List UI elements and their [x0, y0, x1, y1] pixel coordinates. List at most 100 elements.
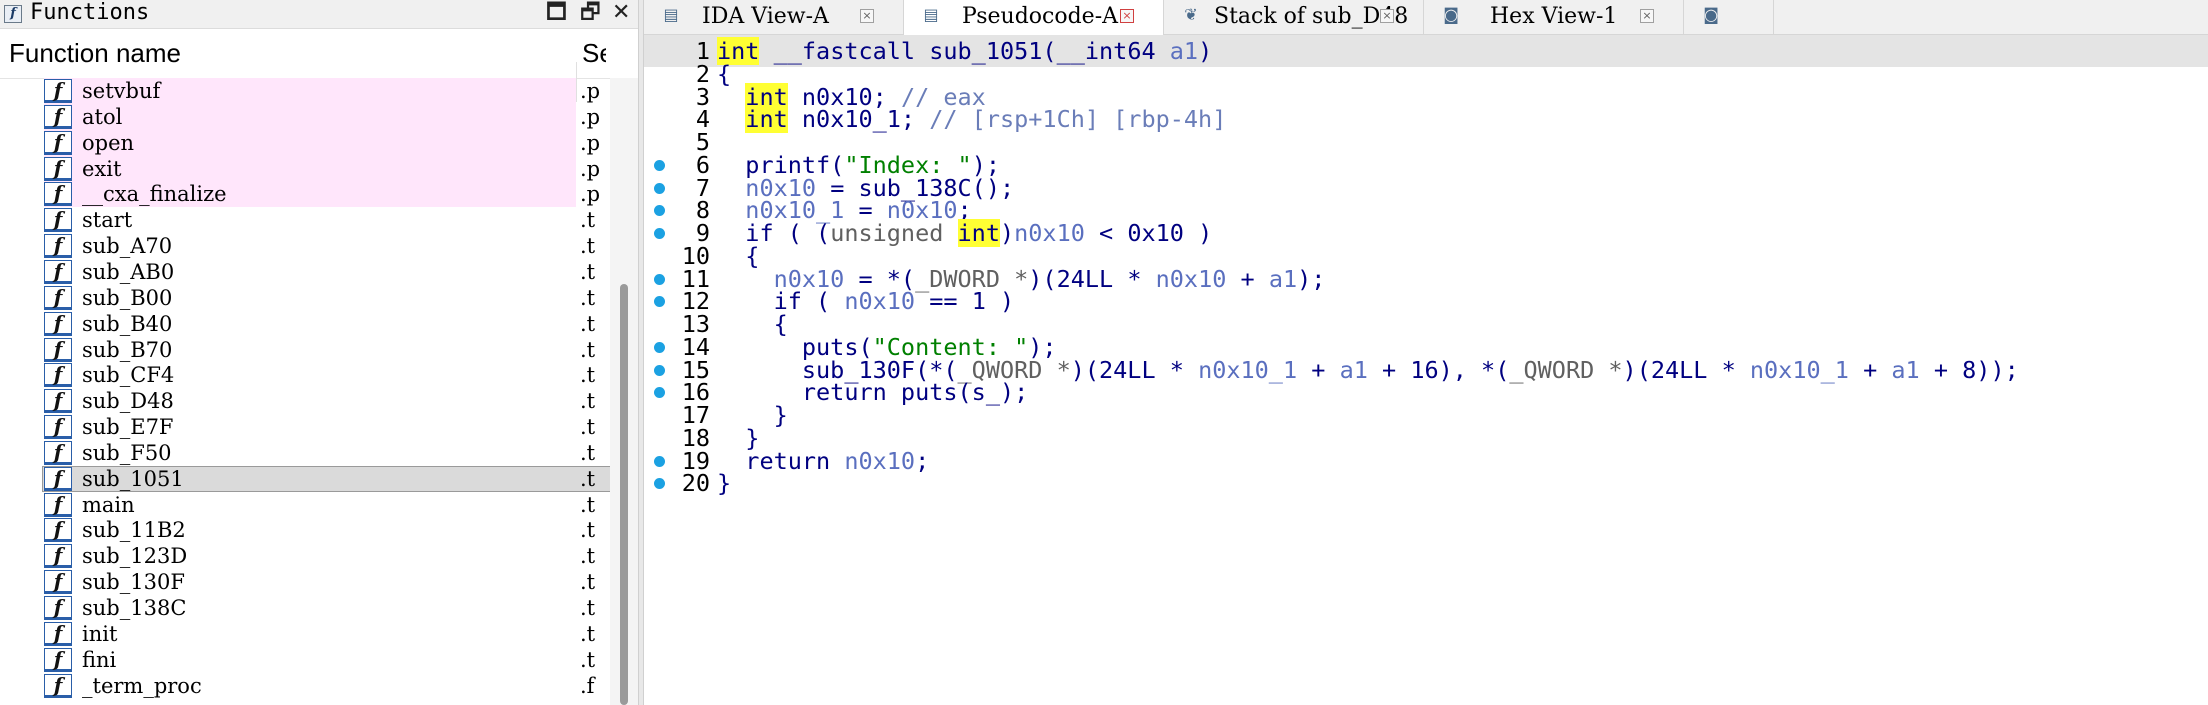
function-segment: .p	[580, 104, 601, 129]
breakpoint-dot-icon[interactable]	[654, 387, 665, 399]
function-segment: .p	[580, 79, 601, 103]
function-row[interactable]: f sub_123D .t	[0, 543, 610, 569]
function-name: open	[82, 130, 135, 155]
breakpoint-dot-icon[interactable]	[654, 478, 665, 490]
function-segment: .p	[580, 130, 601, 155]
maximize-icon[interactable]: 🗖	[546, 1, 567, 25]
function-name: exit	[82, 156, 122, 181]
close-tab-icon[interactable]: ×	[1120, 9, 1134, 23]
function-segment: .t	[580, 570, 596, 595]
pseudocode-view[interactable]: 1 int __fastcall sub_1051(__int64 a1) 2{3 …	[644, 35, 2208, 705]
breakpoint-dot-icon[interactable]	[654, 182, 665, 194]
function-row[interactable]: f sub_F50 .t	[0, 440, 610, 466]
function-segment: .t	[580, 285, 596, 310]
breakpoint-dot-icon[interactable]	[654, 364, 665, 376]
function-row[interactable]: f __cxa_finalize .p	[0, 181, 610, 208]
functions-title: Functions	[30, 0, 150, 25]
stack-icon: ❦	[1184, 5, 1198, 24]
close-tab-icon[interactable]: ×	[1380, 9, 1394, 23]
function-segment: .t	[580, 259, 596, 284]
float-window-icon[interactable]: 🗗	[580, 1, 601, 25]
functions-titlebar[interactable]: f Functions 🗖 🗗 ✕	[0, 0, 638, 29]
function-row[interactable]: f sub_E7F .t	[0, 414, 610, 440]
function-row[interactable]: f sub_B00 .t	[0, 285, 610, 311]
code-line[interactable]: 20}	[644, 467, 2208, 499]
function-row[interactable]: f open .p	[0, 129, 610, 156]
breakpoint-dot-icon[interactable]	[654, 159, 665, 171]
function-segment: .f	[580, 673, 595, 698]
function-icon: f	[44, 79, 72, 103]
function-segment: .t	[580, 596, 596, 620]
function-name: sub_F50	[82, 440, 172, 465]
function-row[interactable]: f atol .p	[0, 103, 610, 130]
function-segment: .p	[580, 182, 601, 207]
function-name: sub_130F	[82, 570, 185, 595]
function-row[interactable]: f sub_11B2 .t	[0, 517, 610, 543]
pseudocode-icon: ▤	[923, 5, 939, 24]
function-row[interactable]: f sub_B70 .t	[0, 337, 610, 363]
function-name: sub_CF4	[82, 363, 175, 388]
close-tab-icon[interactable]: ×	[1640, 9, 1654, 23]
breakpoint-dot-icon[interactable]	[654, 341, 665, 353]
function-row[interactable]: f sub_CF4 .t	[0, 362, 610, 388]
function-name: sub_A70	[82, 234, 173, 259]
tab-pseudocode-a[interactable]: ▤ Pseudocode-A ×	[904, 0, 1164, 35]
tab-label: Pseudocode-A	[962, 4, 1119, 29]
function-row[interactable]: f fini .t	[0, 647, 610, 673]
function-icon: f	[44, 596, 72, 620]
code-text: }	[717, 467, 731, 499]
functions-scrollbar[interactable]	[610, 78, 638, 705]
function-row[interactable]: f sub_AB0 .t	[0, 259, 610, 285]
function-name: fini	[82, 647, 117, 672]
function-name: sub_D48	[82, 389, 174, 414]
function-row[interactable]: f main .t	[0, 492, 610, 518]
function-icon: f	[44, 544, 72, 569]
function-icon: f	[44, 104, 72, 129]
function-row[interactable]: f sub_B40 .t	[0, 311, 610, 337]
scrollbar-thumb[interactable]	[620, 284, 628, 705]
function-icon: f	[44, 440, 72, 465]
function-segment: .t	[580, 234, 596, 259]
column-segment[interactable]: Se	[582, 38, 606, 69]
close-tab-icon[interactable]: ×	[860, 9, 874, 23]
breakpoint-dot-icon[interactable]	[654, 273, 665, 285]
breakpoint-dot-icon[interactable]	[654, 228, 665, 239]
breakpoint-dot-icon[interactable]	[654, 296, 665, 308]
function-icon: f	[44, 311, 72, 336]
function-row[interactable]: f sub_D48 .t	[0, 388, 610, 414]
tab-stack-of-sub-d48[interactable]: ❦ Stack of sub_D48 ×	[1164, 0, 1424, 34]
function-row[interactable]: f _term_proc .f	[0, 673, 610, 699]
function-icon: f	[44, 182, 72, 207]
function-segment: .t	[580, 440, 596, 465]
function-segment: .t	[580, 518, 596, 543]
function-icon: f	[44, 208, 72, 233]
function-segment: .t	[580, 621, 596, 646]
breakpoint-dot-icon[interactable]	[654, 205, 665, 217]
function-row[interactable]: f sub_1051 .t	[0, 465, 612, 492]
breakpoint-dot-icon[interactable]	[654, 455, 665, 467]
view-tabs: ▤ IDA View-A × ▤ Pseudocode-A × ❦ Stack of sub_…	[644, 0, 2208, 35]
function-name: sub_B00	[82, 285, 173, 310]
function-name: sub_138C	[82, 596, 187, 620]
function-row[interactable]: f setvbuf .p	[0, 78, 610, 104]
function-icon: f	[44, 466, 72, 491]
function-icon: f	[44, 389, 72, 414]
function-row[interactable]: f start .t	[0, 207, 610, 233]
function-segment: .t	[580, 363, 596, 388]
functions-panel: f Functions 🗖 🗗 ✕ Function name Se fsetv…	[0, 0, 638, 705]
tab-hex-view-1[interactable]: ◙ Hex View-1 ×	[1424, 0, 1684, 34]
function-row[interactable]: f sub_A70 .t	[0, 233, 610, 259]
close-icon[interactable]: ✕	[612, 1, 630, 25]
function-row[interactable]: f exit .p	[0, 155, 610, 182]
function-name: sub_B40	[82, 311, 173, 336]
function-row[interactable]: f sub_130F .t	[0, 569, 610, 595]
tab-extra[interactable]: ◙	[1684, 0, 1774, 34]
function-row[interactable]: f sub_138C .t	[0, 595, 610, 621]
column-function-name[interactable]: Function name	[9, 38, 181, 69]
tab-ida-view-a[interactable]: ▤ IDA View-A ×	[644, 0, 904, 34]
function-row[interactable]: f init .t	[0, 621, 610, 647]
row-highlight	[44, 621, 576, 647]
function-segment: .t	[580, 466, 596, 491]
function-segment: .t	[580, 647, 596, 672]
function-icon: f	[44, 130, 72, 155]
